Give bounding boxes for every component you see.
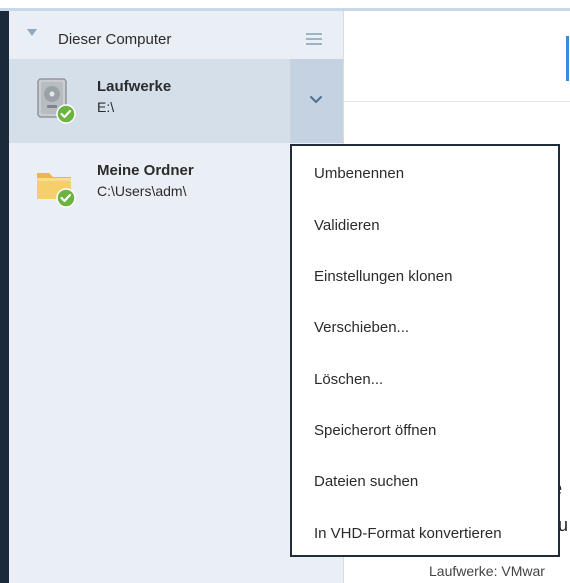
menu-item-loeschen[interactable]: Löschen... [314,371,383,388]
sidebar-item-path: C:\Users\adm\ [97,183,187,199]
menu-icon[interactable] [306,33,322,45]
sidebar-title: Dieser Computer [58,31,172,48]
menu-item-dateien-suchen[interactable]: Dateien suchen [314,473,418,490]
sidebar-header[interactable]: Dieser Computer [9,11,343,59]
menu-item-verschieben[interactable]: Verschieben... [314,319,409,336]
sidebar-item-name: Meine Ordner [97,162,194,179]
chevron-down-icon [310,96,322,103]
menu-item-umbenennen[interactable]: Umbenennen [314,165,404,182]
sidebar-item-laufwerke[interactable]: Laufwerke E:\ [9,59,343,143]
menu-item-speicherort-oeffnen[interactable]: Speicherort öffnen [314,422,436,439]
menu-item-einstellungen-klonen[interactable]: Einstellungen klonen [314,268,452,285]
sidebar-item-path: E:\ [97,99,115,115]
main-divider [344,101,570,102]
hard-drive-icon [36,77,76,125]
window-left-edge [0,11,9,583]
folder-icon [36,161,76,209]
main-accent-bar [566,36,569,81]
item-options-button[interactable] [290,59,343,143]
menu-item-validieren[interactable]: Validieren [314,217,380,234]
collapse-caret-icon[interactable] [27,29,37,36]
footer-text: Laufwerke: VMwar [429,563,545,579]
context-menu: Umbenennen Validieren Einstellungen klon… [290,144,560,557]
menu-item-in-vhd-format-konvertieren[interactable]: In VHD-Format konvertieren [314,525,502,542]
sidebar-item-name: Laufwerke [97,78,172,95]
